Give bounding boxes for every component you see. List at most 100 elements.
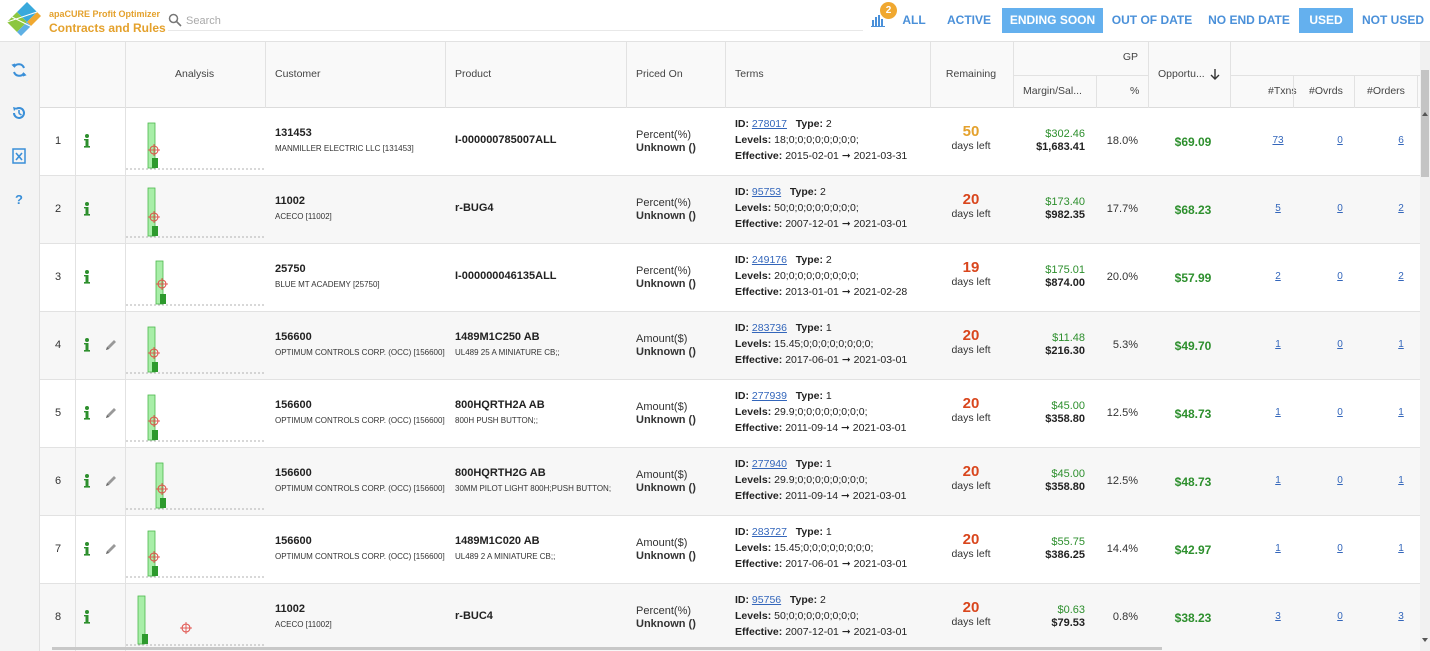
- col-analysis[interactable]: Analysis: [175, 68, 214, 80]
- margin-sales: $55.75 $386.25: [1015, 536, 1085, 562]
- info-icon[interactable]: [82, 609, 92, 625]
- txns-link[interactable]: 1: [1258, 543, 1298, 554]
- orders-link[interactable]: 3: [1381, 611, 1420, 622]
- info-icon[interactable]: [82, 337, 92, 353]
- table-row[interactable]: 3 25750 BLUE MT ACADEMY [25750] I-000000…: [40, 244, 1420, 312]
- col-margin-sales[interactable]: Margin/Sal...: [1023, 85, 1082, 97]
- col-pct[interactable]: %: [1130, 85, 1139, 97]
- term-id-link[interactable]: 283736: [752, 322, 787, 334]
- customer-id: 131453: [275, 127, 312, 139]
- info-icon[interactable]: [82, 473, 92, 489]
- term-id-link[interactable]: 277940: [752, 458, 787, 470]
- table-row[interactable]: 5 156600 OPTIMUM CONTROLS CORP. (OCC) [1…: [40, 380, 1420, 448]
- col-remaining[interactable]: Remaining: [930, 68, 1012, 80]
- history-icon[interactable]: [11, 105, 27, 121]
- col-customer[interactable]: Customer: [275, 68, 321, 80]
- vertical-scrollbar[interactable]: [1420, 42, 1430, 651]
- customer-name: BLUE MT ACADEMY [25750]: [275, 280, 380, 289]
- table-row[interactable]: 8 11002 ACECO [11002] r-BUC4 Percent(%) …: [40, 584, 1420, 651]
- edit-pencil-icon[interactable]: [104, 542, 118, 556]
- priced-on: Amount($) Unknown (): [636, 537, 696, 563]
- filter-no-end-date[interactable]: NO END DATE: [1203, 8, 1295, 33]
- col-ovrds[interactable]: #Ovrds: [1309, 85, 1343, 97]
- info-icon[interactable]: [82, 269, 92, 285]
- term-id-link[interactable]: 249176: [752, 254, 787, 266]
- sales-amount: $358.80: [1045, 481, 1085, 493]
- ovrds-link[interactable]: 0: [1320, 611, 1360, 622]
- analysis-sparkline[interactable]: [126, 456, 266, 512]
- analysis-sparkline[interactable]: [126, 116, 266, 172]
- txns-link[interactable]: 73: [1258, 135, 1298, 146]
- col-opportunity[interactable]: Opportu...: [1158, 68, 1205, 80]
- refresh-icon[interactable]: [11, 62, 27, 78]
- customer-name: MANMILLER ELECTRIC LLC [131453]: [275, 144, 414, 153]
- col-priced-on[interactable]: Priced On: [636, 68, 683, 80]
- arrow-icon: ➞: [841, 218, 851, 230]
- analysis-sparkline[interactable]: [126, 592, 266, 648]
- edit-pencil-icon[interactable]: [104, 406, 118, 420]
- analysis-sparkline[interactable]: [126, 252, 266, 308]
- col-product[interactable]: Product: [455, 68, 491, 80]
- table-row[interactable]: 1 131453 MANMILLER ELECTRIC LLC [131453]…: [40, 108, 1420, 176]
- analysis-sparkline[interactable]: [126, 320, 266, 376]
- table-row[interactable]: 6 156600 OPTIMUM CONTROLS CORP. (OCC) [1…: [40, 448, 1420, 516]
- ovrds-link[interactable]: 0: [1320, 203, 1360, 214]
- term-id-link[interactable]: 277939: [752, 390, 787, 402]
- info-icon[interactable]: [82, 541, 92, 557]
- excel-export-icon[interactable]: [11, 148, 27, 164]
- filter-not-used[interactable]: NOT USED: [1357, 8, 1429, 33]
- edit-pencil-icon[interactable]: [104, 338, 118, 352]
- info-icon[interactable]: [82, 201, 92, 217]
- info-icon[interactable]: [82, 133, 92, 149]
- orders-link[interactable]: 1: [1381, 543, 1420, 554]
- term-id-link[interactable]: 283727: [752, 526, 787, 538]
- scroll-down-icon[interactable]: [1422, 637, 1428, 643]
- orders-link[interactable]: 1: [1381, 407, 1420, 418]
- table-row[interactable]: 2 11002 ACECO [11002] r-BUG4 Percent(%) …: [40, 176, 1420, 244]
- term-levels-label: Levels:: [735, 338, 772, 350]
- txns-link[interactable]: 5: [1258, 203, 1298, 214]
- txns-link[interactable]: 1: [1258, 407, 1298, 418]
- term-id-link[interactable]: 278017: [752, 118, 787, 130]
- orders-link[interactable]: 1: [1381, 475, 1420, 486]
- orders-link[interactable]: 6: [1381, 135, 1420, 146]
- orders-link[interactable]: 2: [1381, 203, 1420, 214]
- ovrds-link[interactable]: 0: [1320, 339, 1360, 350]
- edit-pencil-icon[interactable]: [104, 474, 118, 488]
- ovrds-link[interactable]: 0: [1320, 543, 1360, 554]
- scroll-up-icon[interactable]: [1422, 111, 1428, 117]
- txns-link[interactable]: 2: [1258, 271, 1298, 282]
- help-icon[interactable]: ?: [11, 191, 27, 207]
- term-levels: 50;0;0;0;0;0;0;0;0;: [774, 610, 859, 622]
- scroll-thumb[interactable]: [1421, 70, 1429, 177]
- ovrds-link[interactable]: 0: [1320, 475, 1360, 486]
- filter-used[interactable]: USED: [1299, 8, 1353, 33]
- horizontal-scrollbar[interactable]: [52, 647, 1162, 650]
- filter-ending-soon[interactable]: ENDING SOON: [1002, 8, 1103, 33]
- table-row[interactable]: 4 156600 OPTIMUM CONTROLS CORP. (OCC) [1…: [40, 312, 1420, 380]
- orders-link[interactable]: 2: [1381, 271, 1420, 282]
- orders-link[interactable]: 1: [1381, 339, 1420, 350]
- txns-link[interactable]: 1: [1258, 339, 1298, 350]
- analysis-sparkline[interactable]: [126, 184, 266, 240]
- search-input[interactable]: [186, 12, 856, 29]
- term-id-link[interactable]: 95756: [752, 594, 781, 606]
- filter-active[interactable]: ACTIVE: [940, 8, 998, 33]
- filter-all[interactable]: ALL: [895, 8, 933, 33]
- txns-link[interactable]: 3: [1258, 611, 1298, 622]
- ovrds-link[interactable]: 0: [1320, 407, 1360, 418]
- filter-out-of-date[interactable]: OUT OF DATE: [1108, 8, 1196, 33]
- analysis-sparkline[interactable]: [126, 388, 266, 444]
- sort-down-icon[interactable]: [1209, 68, 1221, 80]
- remaining-days: 19 days left: [930, 259, 1012, 289]
- remaining-count: 20: [962, 599, 980, 616]
- txns-link[interactable]: 1: [1258, 475, 1298, 486]
- ovrds-link[interactable]: 0: [1320, 135, 1360, 146]
- info-icon[interactable]: [82, 405, 92, 421]
- table-row[interactable]: 7 156600 OPTIMUM CONTROLS CORP. (OCC) [1…: [40, 516, 1420, 584]
- col-orders[interactable]: #Orders: [1367, 85, 1405, 97]
- ovrds-link[interactable]: 0: [1320, 271, 1360, 282]
- term-id-link[interactable]: 95753: [752, 186, 781, 198]
- col-terms[interactable]: Terms: [735, 68, 764, 80]
- analysis-sparkline[interactable]: [126, 524, 266, 580]
